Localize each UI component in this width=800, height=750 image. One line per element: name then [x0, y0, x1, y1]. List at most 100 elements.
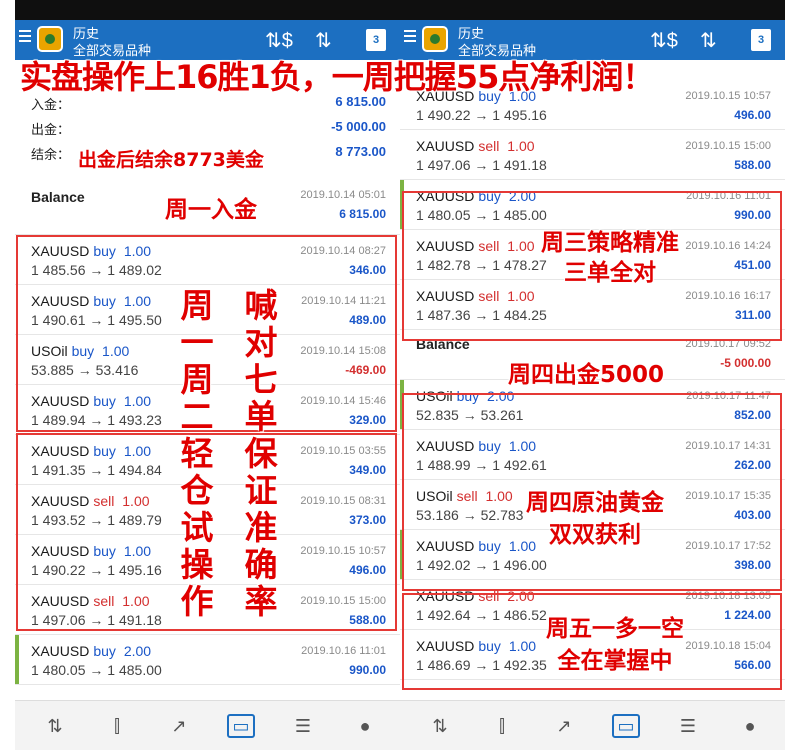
trade-row[interactable]: XAUUSD buy 2.00 1 480.05 → 1 485.00 2019.10…: [400, 180, 785, 230]
status-bar: [400, 0, 785, 20]
trade-prices: 1 486.69 → 1 492.35: [416, 657, 547, 673]
balance-amount: 6 815.00: [339, 207, 386, 221]
trade-date: 2019.10.14 15:08: [300, 345, 386, 357]
calendar-icon[interactable]: 3: [751, 29, 771, 51]
trade-profit: 451.00: [734, 258, 771, 272]
arrow-icon: →: [470, 257, 493, 273]
sort-icon[interactable]: ⇅: [700, 28, 717, 53]
chat-icon[interactable]: ●: [353, 715, 377, 737]
trade-symbol: XAUUSD: [416, 138, 475, 154]
arrow-icon: →: [470, 307, 493, 323]
trade-profit: 349.00: [349, 463, 386, 477]
trade-lot: 1.00: [122, 593, 150, 609]
arrow-icon: →: [470, 107, 493, 123]
trade-symbol: XAUUSD: [31, 443, 90, 459]
trade-symbol-line: XAUUSD buy 2.00: [416, 188, 536, 204]
trade-date: 2019.10.16 16:17: [685, 290, 771, 302]
trade-date: 2019.10.18 15:04: [685, 640, 771, 652]
arrow-icon: →: [85, 312, 108, 328]
trade-date: 2019.10.15 10:57: [300, 545, 386, 557]
close-price: 1 489.79: [107, 512, 162, 528]
trade-row[interactable]: XAUUSD buy 1.00 1 488.99 → 1 492.61 2019.10…: [400, 430, 785, 480]
trade-symbol: XAUUSD: [31, 643, 90, 659]
sort-currency-icon[interactable]: ⇅$: [650, 28, 678, 53]
trade-symbol-line: XAUUSD buy 1.00: [31, 243, 151, 259]
trade-symbol: XAUUSD: [31, 243, 90, 259]
trade-symbol: XAUUSD: [31, 543, 90, 559]
trade-row[interactable]: XAUUSD sell 1.00 1 497.06 → 1 491.18 2019.1…: [400, 130, 785, 180]
trade-lot: 1.00: [507, 238, 535, 254]
chart-icon[interactable]: ⫿: [490, 715, 514, 737]
open-price: 1 497.06: [31, 612, 86, 628]
bottom-nav: ⇅ ⫿ ↗ ▭ ☰ ●: [400, 700, 785, 750]
close-price: 1 492.35: [492, 657, 547, 673]
balance-amount: -5 000.00: [720, 356, 771, 370]
trade-symbol: XAUUSD: [31, 593, 90, 609]
trade-prices: 1 497.06 → 1 491.18: [416, 157, 547, 173]
arrow-icon: →: [85, 412, 108, 428]
balance-date: 2019.10.14 05:01: [300, 189, 386, 201]
close-price: 1 494.84: [107, 462, 162, 478]
trade-date: 2019.10.17 11:47: [686, 390, 771, 402]
trade-date: 2019.10.18 13:05: [685, 590, 771, 602]
trade-profit: 990.00: [734, 208, 771, 222]
open-price: 1 490.61: [31, 312, 86, 328]
wednesday-note: 周三策略精准 三单全对: [541, 230, 679, 286]
trade-date: 2019.10.16 14:24: [685, 240, 771, 252]
news-icon[interactable]: ☰: [291, 715, 315, 737]
trade-lot: 1.00: [508, 438, 537, 454]
menu-icon[interactable]: [404, 30, 416, 32]
trade-symbol-line: XAUUSD sell 1.00: [416, 238, 535, 254]
chart-icon[interactable]: ⫿: [105, 715, 129, 737]
trade-row[interactable]: XAUUSD buy 2.00 1 480.05 → 1 485.00 2019.10…: [15, 635, 400, 685]
trade-prices: 1 488.99 → 1 492.61: [416, 457, 547, 473]
trade-symbol: XAUUSD: [31, 493, 90, 509]
close-price: 1 484.25: [492, 307, 547, 323]
chat-icon[interactable]: ●: [738, 715, 762, 737]
app-logo: [37, 26, 63, 52]
balance-date: 2019.10.17 09:52: [685, 338, 771, 350]
news-icon[interactable]: ☰: [676, 715, 700, 737]
balance-label: Balance: [416, 336, 470, 352]
sort-icon[interactable]: ⇅: [315, 28, 332, 53]
trade-side: buy: [93, 543, 116, 559]
trade-symbol: XAUUSD: [31, 293, 90, 309]
arrow-icon: →: [458, 507, 481, 523]
trade-symbol-line: USOil sell 1.00: [416, 488, 513, 504]
trade-symbol: USOil: [416, 388, 453, 404]
mon-tue-note-1: 周一周二轻仓试操作: [175, 288, 214, 621]
sort-currency-icon[interactable]: ⇅$: [265, 28, 293, 53]
close-price: 1 491.18: [492, 157, 547, 173]
trade-profit: 311.00: [734, 308, 771, 322]
trade-profit: -469.00: [345, 363, 386, 377]
open-price: 1 492.02: [416, 557, 471, 573]
trade-prices: 1 491.35 → 1 494.84: [31, 462, 162, 478]
trade-profit: 588.00: [734, 158, 771, 172]
trade-prices: 1 485.56 → 1 489.02: [31, 262, 162, 278]
arrow-icon: →: [470, 457, 493, 473]
open-price: 1 486.69: [416, 657, 471, 673]
close-price: 53.416: [95, 362, 139, 378]
trade-profit: 346.00: [349, 263, 386, 277]
trade-prices: 1 480.05 → 1 485.00: [31, 662, 162, 678]
open-price: 1 487.36: [416, 307, 471, 323]
trade-date: 2019.10.17 15:35: [685, 490, 771, 502]
trade-prices: 1 480.05 → 1 485.00: [416, 207, 547, 223]
open-price: 1 493.52: [31, 512, 86, 528]
calendar-icon[interactable]: 3: [366, 29, 386, 51]
trade-date: 2019.10.16 11:01: [686, 190, 771, 202]
trade-icon[interactable]: ↗: [552, 715, 576, 737]
trade-icon[interactable]: ↗: [167, 715, 191, 737]
quotes-icon[interactable]: ⇅: [428, 715, 452, 737]
history-icon[interactable]: ▭: [227, 714, 255, 738]
trade-row[interactable]: XAUUSD buy 1.00 1 485.56 → 1 489.02 2019.10…: [15, 235, 400, 285]
friday-note: 周五一多一空 全在掌握中: [546, 616, 684, 674]
trade-symbol: XAUUSD: [416, 288, 475, 304]
menu-icon[interactable]: [19, 30, 31, 32]
trade-lot: 1.00: [508, 638, 537, 654]
open-price: 1 480.05: [31, 662, 86, 678]
history-icon[interactable]: ▭: [612, 714, 640, 738]
trade-lot: 1.00: [102, 343, 130, 359]
quotes-icon[interactable]: ⇅: [43, 715, 67, 737]
trade-lot: 1.00: [123, 443, 152, 459]
